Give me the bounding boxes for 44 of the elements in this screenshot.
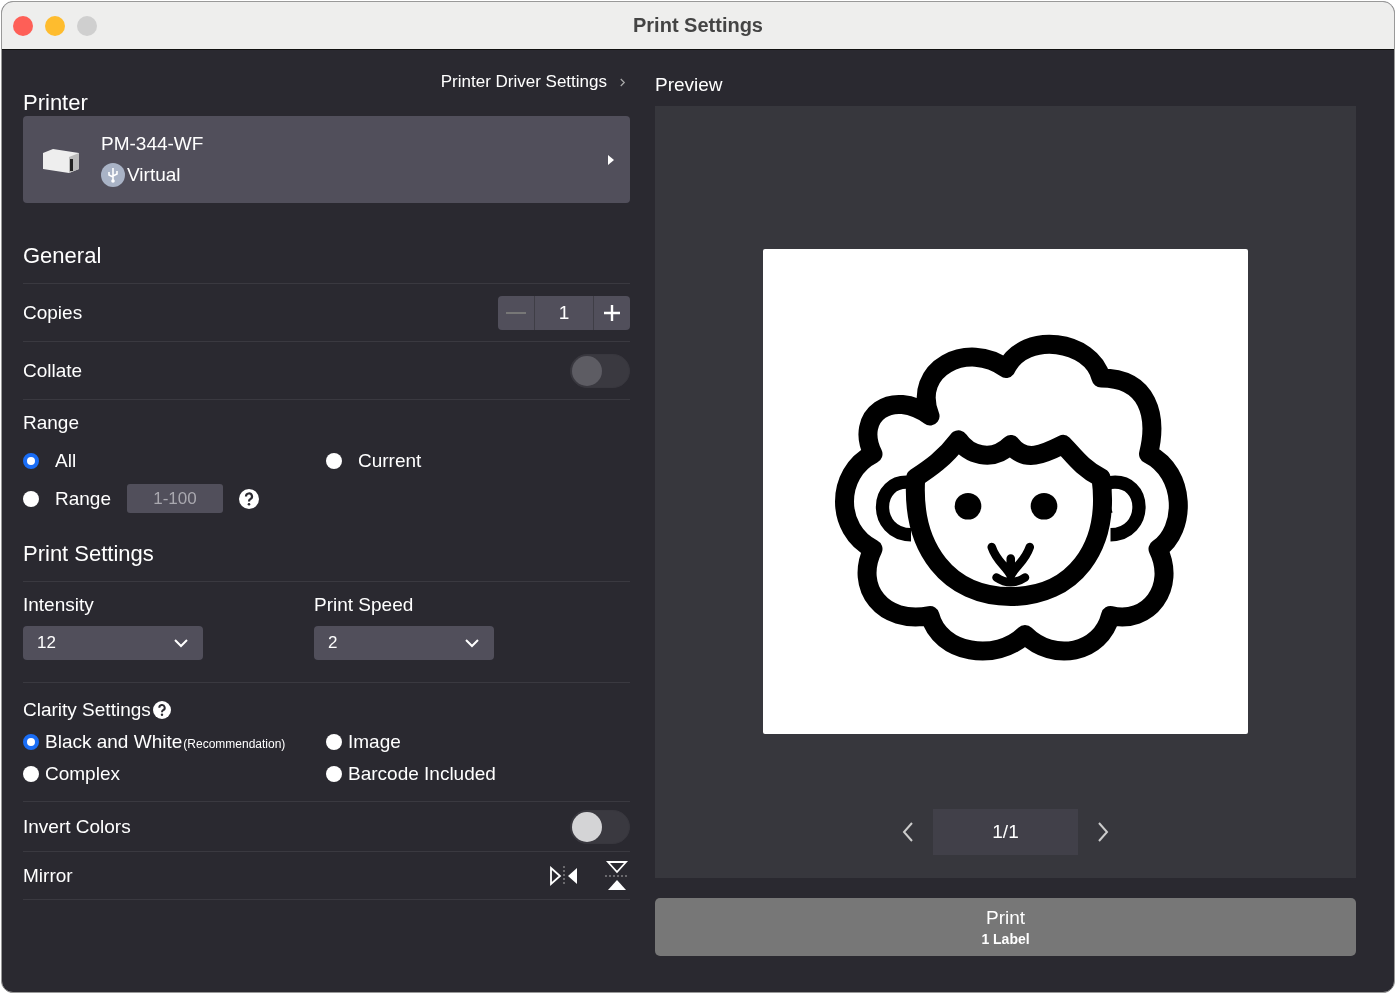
connection-type: Virtual: [127, 163, 181, 186]
driver-settings-link[interactable]: Printer Driver Settings: [440, 72, 626, 92]
range-field[interactable]: 1-100: [127, 484, 223, 513]
setting-label: Intensity: [23, 594, 95, 616]
print-button[interactable]: Print 1 Label: [655, 898, 1356, 956]
setting-label: Invert Colors: [23, 815, 131, 838]
setting-label: Copies: [23, 301, 83, 324]
usb-icon: [101, 162, 125, 187]
help-icon[interactable]: [152, 701, 171, 719]
preview-heading: Preview: [655, 73, 724, 97]
mirror-horizontal-icon[interactable]: [548, 863, 580, 888]
setting-label: Print Speed: [314, 594, 415, 616]
invert-toggle[interactable]: [570, 809, 630, 844]
printer-name: PM-344-WF: [101, 132, 205, 155]
setting-label: Mirror: [23, 864, 73, 887]
setting-label: Collate: [23, 359, 83, 382]
window-title: Print Settings: [632, 14, 764, 37]
close-button[interactable]: [13, 15, 33, 36]
dropdown[interactable]: 2: [314, 626, 494, 660]
clarity-option[interactable]: Black and White(Recommendation): [23, 731, 326, 753]
range-option[interactable]: Current: [326, 450, 630, 472]
range-option[interactable]: Range: [23, 487, 111, 510]
previous-page-button[interactable]: [901, 820, 915, 844]
mirror-vertical-icon[interactable]: [604, 859, 630, 892]
printer-card[interactable]: PM-344-WF Virtual: [23, 116, 630, 203]
clarity-option[interactable]: Image: [326, 731, 630, 753]
minus-icon: [506, 311, 526, 314]
plus-icon: [602, 302, 622, 323]
page-indicator: 1/1: [933, 809, 1078, 855]
dropdown[interactable]: 12: [23, 626, 203, 660]
setting-label: Clarity Settings: [23, 699, 151, 721]
section-heading: Print Settings: [23, 541, 630, 582]
chevron-down-icon: [464, 638, 480, 648]
disclosure-arrow-icon: [608, 154, 614, 165]
chevron-right-icon: [619, 76, 626, 88]
section-heading: General: [23, 243, 630, 284]
help-icon[interactable]: [239, 488, 259, 509]
setting-label: Range: [23, 412, 80, 434]
clarity-option[interactable]: Barcode Included: [326, 763, 630, 785]
section-heading: Printer: [23, 90, 88, 116]
clarity-option[interactable]: Complex: [23, 763, 326, 785]
range-option[interactable]: All: [23, 450, 326, 472]
chevron-down-icon: [173, 638, 189, 648]
next-page-button[interactable]: [1096, 820, 1110, 844]
